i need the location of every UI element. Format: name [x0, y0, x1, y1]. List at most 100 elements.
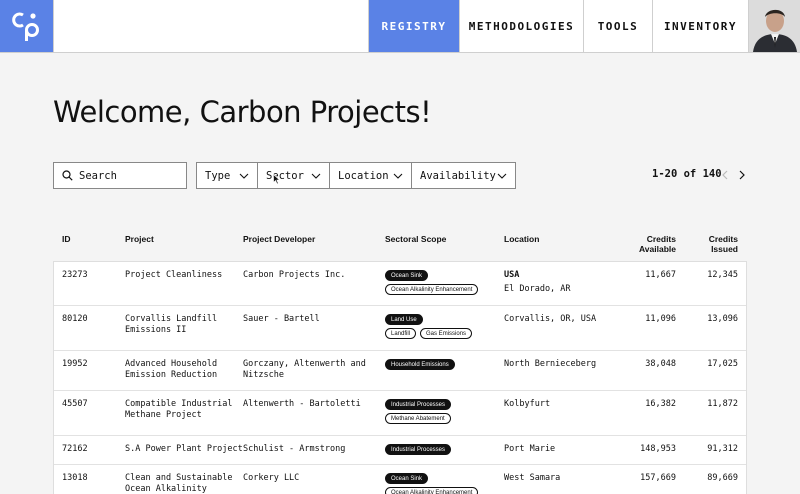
location-line: Corvallis, OR, USA: [504, 314, 597, 324]
availability-dropdown-label: Availability: [420, 169, 496, 182]
cell-developer: Altenwerth - Bartoletti: [243, 399, 361, 410]
sector-dropdown[interactable]: Sector: [257, 162, 330, 189]
top-navigation: REGISTRY METHODOLOGIES TOOLS INVENTORY: [0, 0, 800, 53]
cell-project[interactable]: Advanced Household Emission Reduction: [125, 359, 217, 381]
cell-id: 80120: [62, 314, 88, 324]
availability-dropdown[interactable]: Availability: [411, 162, 516, 189]
cell-location: USA El Dorado, AR: [504, 270, 571, 295]
method-tag-row: Methane Abatement: [385, 413, 451, 424]
scope-tag-row: Land Use: [385, 314, 472, 325]
cell-location: Kolbyfurt: [504, 399, 550, 410]
cell-developer: Gorczany, Altenwerth and Nitzsche: [243, 359, 366, 381]
type-dropdown[interactable]: Type: [196, 162, 258, 189]
projects-table: 23273 Project Cleanliness Carbon Projects …: [53, 261, 747, 494]
column-header-location[interactable]: Location: [504, 234, 539, 244]
cell-sectoral-scope: Industrial Processes Methane Abatement: [385, 399, 452, 424]
table-row[interactable]: 13018 Clean and Sustainable Ocean Alkalini…: [54, 465, 746, 494]
pagination-summary: 1-20 of 140: [652, 168, 722, 180]
header-line: Credits: [708, 234, 738, 244]
location-line: Port Marie: [504, 444, 556, 454]
next-page-button[interactable]: [735, 167, 749, 183]
cell-location: Corvallis, OR, USA: [504, 314, 596, 325]
tab-registry[interactable]: REGISTRY: [368, 0, 459, 52]
cell-project[interactable]: S.A Power Plant Project: [125, 444, 243, 455]
cell-sectoral-scope: Household Emissions: [385, 359, 455, 370]
developer-line: Altenwerth - Bartoletti: [243, 399, 361, 409]
cell-project[interactable]: Clean and Sustainable Ocean Alkalinity: [125, 473, 232, 494]
cell-sectoral-scope: Ocean Sink Ocean Alkalinity Enhancement: [385, 270, 479, 295]
location-line: Kolbyfurt: [504, 399, 551, 409]
developer-line: Gorczany, Altenwerth and: [243, 359, 366, 369]
project-name-line: Project Cleanliness: [125, 270, 223, 280]
developer-line: Corkery LLC: [243, 473, 300, 483]
column-header-credits-issued[interactable]: Credits Issued: [688, 234, 738, 254]
tab-tools[interactable]: TOOLS: [583, 0, 652, 52]
cell-credits-issued: 11,872: [707, 399, 738, 409]
scope-tag: Land Use: [385, 314, 423, 325]
scope-tag-row: Industrial Processes: [385, 399, 452, 410]
cell-credits-available: 11,096: [645, 314, 676, 324]
column-header-sectoral-scope[interactable]: Sectoral Scope: [385, 234, 446, 244]
cell-credits-issued: 17,025: [707, 359, 738, 369]
table-row[interactable]: 23273 Project Cleanliness Carbon Projects …: [54, 262, 746, 306]
mouse-cursor-icon: [273, 174, 281, 185]
cell-credits-issued: 91,312: [707, 444, 738, 454]
method-tag-row: Landfill Gas Emissions: [385, 328, 473, 339]
cell-developer: Sauer - Bartell: [243, 314, 320, 325]
cell-id: 45507: [62, 399, 88, 409]
chevron-down-icon: [239, 173, 249, 179]
scope-tag: Industrial Processes: [385, 399, 452, 410]
project-name-line: S.A Power Plant Project: [125, 444, 243, 454]
project-name-line: Ocean Alkalinity: [125, 484, 207, 494]
column-header-id[interactable]: ID: [62, 234, 71, 244]
cell-id: 23273: [62, 270, 88, 280]
logo-icon[interactable]: [0, 0, 54, 52]
location-dropdown[interactable]: Location: [329, 162, 412, 189]
project-name-line: Emission Reduction: [125, 370, 218, 380]
cell-sectoral-scope: Ocean Sink Ocean Alkalinity Enhancement: [385, 473, 479, 494]
tab-methodologies[interactable]: METHODOLOGIES: [459, 0, 583, 52]
cell-developer: Schulist - Armstrong: [243, 444, 345, 455]
location-line: North Bernieceberg: [504, 359, 597, 369]
cell-project[interactable]: Compatible Industrial Methane Project: [125, 399, 232, 421]
cell-id: 19952: [62, 359, 88, 369]
scope-tag: Ocean Sink: [385, 270, 429, 281]
table-row[interactable]: 19952 Advanced Household Emission Reductio…: [54, 351, 746, 391]
developer-line: Nitzsche: [243, 370, 284, 380]
cell-sectoral-scope: Industrial Processes: [385, 444, 452, 455]
project-name-line: Advanced Household: [125, 359, 218, 369]
chevron-down-icon: [497, 173, 507, 179]
cell-credits-issued: 13,096: [707, 314, 738, 324]
project-name-line: Methane Project: [125, 410, 202, 420]
cell-developer: Corkery LLC: [243, 473, 299, 484]
method-tag: Methane Abatement: [385, 413, 451, 424]
previous-page-button[interactable]: [718, 167, 732, 183]
cell-credits-available: 16,382: [645, 399, 676, 409]
project-name-line: Compatible Industrial: [125, 399, 233, 409]
cell-developer: Carbon Projects Inc.: [243, 270, 345, 281]
cell-project[interactable]: Corvallis Landfill Emissions II: [125, 314, 217, 336]
scope-tag-row: Ocean Sink: [385, 270, 478, 281]
tab-inventory[interactable]: INVENTORY: [652, 0, 748, 52]
table-row[interactable]: 80120 Corvallis Landfill Emissions II Sauer…: [54, 306, 746, 351]
search-field[interactable]: [53, 162, 187, 189]
column-header-developer[interactable]: Project Developer: [243, 234, 315, 244]
table-row[interactable]: 72162 S.A Power Plant Project Schulist - A…: [54, 436, 746, 465]
table-row[interactable]: 45507 Compatible Industrial Methane Projec…: [54, 391, 746, 436]
cell-sectoral-scope: Land Use Landfill Gas Emissions: [385, 314, 473, 339]
cell-project[interactable]: Project Cleanliness: [125, 270, 222, 281]
location-line: USA: [504, 270, 520, 280]
scope-tag-row: Ocean Sink: [385, 473, 478, 484]
method-tag: Ocean Alkalinity Enhancement: [385, 284, 479, 295]
column-header-project[interactable]: Project: [125, 234, 154, 244]
scope-tag-row: Industrial Processes: [385, 444, 452, 455]
cell-location: Port Marie: [504, 444, 555, 455]
column-header-credits-available[interactable]: Credits Available: [616, 234, 676, 254]
cell-credits-issued: 12,345: [707, 270, 738, 280]
avatar[interactable]: [748, 0, 800, 52]
cell-id: 13018: [62, 473, 88, 483]
search-input[interactable]: [79, 169, 179, 182]
method-tag-row: Ocean Alkalinity Enhancement: [385, 284, 479, 295]
method-tag: Gas Emissions: [420, 328, 473, 339]
cell-credits-available: 148,953: [640, 444, 676, 454]
